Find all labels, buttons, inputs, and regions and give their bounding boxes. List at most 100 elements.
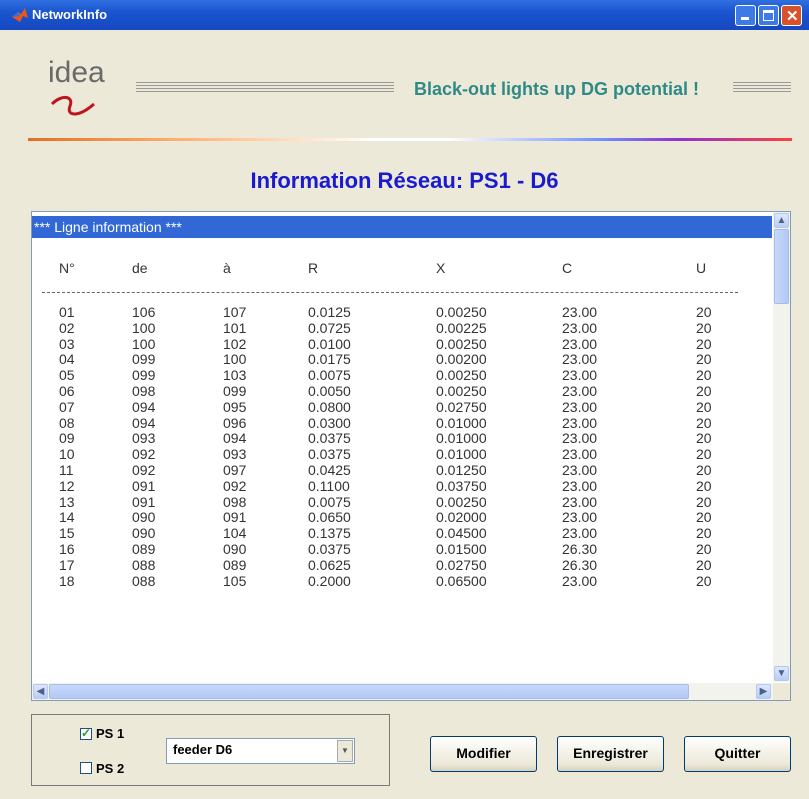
table-cell: 0.00250 <box>436 335 487 352</box>
header-separator <box>42 292 738 293</box>
table-cell: 092 <box>132 462 156 478</box>
table-cell: 26.30 <box>562 541 598 557</box>
idea-logo: idea <box>48 56 114 126</box>
table-cell: 23.00 <box>562 446 598 463</box>
table-cell: 090 <box>223 541 247 557</box>
table-cell: 0.03750 <box>436 477 487 494</box>
ps2-checkbox[interactable] <box>80 762 92 774</box>
table-cell: 096 <box>223 414 247 431</box>
chevron-down-icon[interactable]: ▼ <box>337 740 353 762</box>
table-cell: 0.0175 <box>308 351 351 368</box>
table-cell: 20 <box>696 572 712 589</box>
scroll-down-icon[interactable]: ▼ <box>774 666 789 681</box>
table-cell: 20 <box>696 462 712 478</box>
table-cell: 0.01000 <box>436 446 487 463</box>
table-cell: 092 <box>223 477 247 494</box>
table-cell: 09 <box>59 430 75 447</box>
table-cell: 20 <box>696 335 712 352</box>
table-cell: 0.02750 <box>436 556 487 573</box>
table-cell: 0.0375 <box>308 430 351 447</box>
table-cell: 091 <box>132 477 156 494</box>
table-cell: 20 <box>696 509 712 526</box>
window-title: NetworkInfo <box>32 7 108 22</box>
scroll-right-icon[interactable]: ▶ <box>756 684 771 699</box>
quit-button[interactable]: Quitter <box>684 736 791 772</box>
horizontal-scrollbar[interactable]: ◀ ▶ <box>32 683 773 700</box>
vertical-scroll-thumb[interactable] <box>774 229 789 304</box>
modify-button[interactable]: Modifier <box>430 736 537 772</box>
table-cell: 104 <box>223 525 247 542</box>
table-cell: 20 <box>696 493 712 510</box>
table-cell: 0.02000 <box>436 509 487 526</box>
table-cell: 100 <box>132 335 156 352</box>
column-header: N° <box>59 260 75 276</box>
table-cell: 14 <box>59 509 75 526</box>
header-lines-left <box>136 82 394 94</box>
table-cell: 0.1375 <box>308 525 351 542</box>
logo-swoosh-icon <box>50 96 95 116</box>
table-cell: 101 <box>223 319 247 336</box>
save-button[interactable]: Enregistrer <box>557 736 664 772</box>
checkmark-icon: ✓ <box>81 726 92 740</box>
table-cell: 090 <box>132 525 156 542</box>
table-cell: 0.0375 <box>308 446 351 463</box>
table-cell: 0.00200 <box>436 351 487 368</box>
table-cell: 23.00 <box>562 304 598 320</box>
column-header: de <box>132 260 148 276</box>
close-button[interactable]: ✕ <box>781 5 802 26</box>
close-icon: ✕ <box>786 8 799 25</box>
table-cell: 102 <box>223 335 247 352</box>
table-cell: 23.00 <box>562 367 598 384</box>
table-cell: 0.01000 <box>436 414 487 431</box>
feeder-select[interactable]: feeder D6 ▼ <box>166 738 355 764</box>
table-cell: 090 <box>132 509 156 526</box>
table-cell: 20 <box>696 319 712 336</box>
scroll-corner <box>773 683 790 700</box>
scroll-up-icon[interactable]: ▲ <box>774 213 789 228</box>
table-cell: 23.00 <box>562 335 598 352</box>
table-cell: 23.00 <box>562 319 598 336</box>
title-bar: NetworkInfo ✕ <box>0 0 809 30</box>
table-cell: 099 <box>132 367 156 384</box>
column-header: U <box>696 260 707 276</box>
table-cell: 099 <box>132 351 156 368</box>
table-cell: 12 <box>59 477 75 494</box>
table-cell: 23.00 <box>562 462 598 478</box>
table-cell: 0.00250 <box>436 304 487 320</box>
table-cell: 0.0425 <box>308 462 351 478</box>
table-cell: 100 <box>132 319 156 336</box>
table-cell: 0.01250 <box>436 462 487 478</box>
network-info-listbox[interactable]: *** Ligne information *** N° de à R X C U 01 106… <box>31 211 791 701</box>
table-cell: 10 <box>59 446 75 463</box>
column-header: à <box>223 260 231 276</box>
selected-list-item[interactable]: *** Ligne information *** <box>32 216 772 238</box>
table-cell: 23.00 <box>562 509 598 526</box>
feeder-select-value: feeder D6 <box>173 742 233 757</box>
minimize-button[interactable] <box>735 5 756 26</box>
table-cell: 0.0625 <box>308 556 351 573</box>
table-cell: 11 <box>59 462 74 478</box>
table-cell: 0.00250 <box>436 367 487 384</box>
vertical-scrollbar[interactable]: ▲ ▼ <box>773 212 790 682</box>
table-cell: 23.00 <box>562 477 598 494</box>
table-cell: 20 <box>696 477 712 494</box>
table-cell: 0.0075 <box>308 367 351 384</box>
table-cell: 094 <box>132 398 156 415</box>
table-cell: 23.00 <box>562 430 598 447</box>
table-cell: 093 <box>223 446 247 463</box>
table-cell: 23.00 <box>562 351 598 368</box>
table-cell: 106 <box>132 304 156 320</box>
table-cell: 08 <box>59 414 75 431</box>
table-cell: 23.00 <box>562 572 598 589</box>
table-cell: 20 <box>696 367 712 384</box>
scroll-left-icon[interactable]: ◀ <box>33 684 48 699</box>
horizontal-scroll-thumb[interactable] <box>49 684 689 699</box>
table-cell: 0.0650 <box>308 509 351 526</box>
table-cell: 091 <box>223 509 247 526</box>
ps1-checkbox[interactable]: ✓ <box>80 726 92 740</box>
ps1-label: PS 1 <box>96 726 125 741</box>
table-cell: 16 <box>59 541 75 557</box>
maximize-button[interactable] <box>758 5 779 26</box>
table-cell: 20 <box>696 304 712 320</box>
table-cell: 0.0075 <box>308 493 351 510</box>
